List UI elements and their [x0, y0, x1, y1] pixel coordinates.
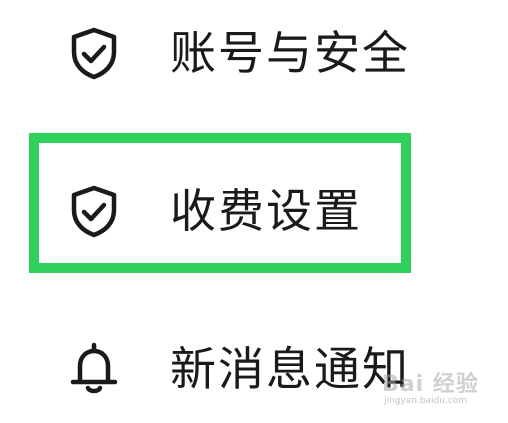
menu-item-label: 收费设置 — [170, 184, 362, 238]
shield-check-icon — [66, 25, 122, 81]
bell-icon — [66, 341, 122, 397]
menu-item-label: 账号与安全 — [170, 26, 410, 80]
menu-item-billing-settings[interactable]: 收费设置 — [0, 163, 508, 259]
shield-check-icon — [66, 183, 122, 239]
menu-item-label: 新消息通知 — [170, 342, 410, 396]
watermark-url: jingyan.baidu.com — [384, 396, 468, 406]
watermark-text: Bai 经验 — [382, 372, 479, 397]
watermark: Bai 经验 jingyan.baidu.com — [382, 366, 502, 418]
menu-item-account-security[interactable]: 账号与安全 — [0, 5, 508, 101]
